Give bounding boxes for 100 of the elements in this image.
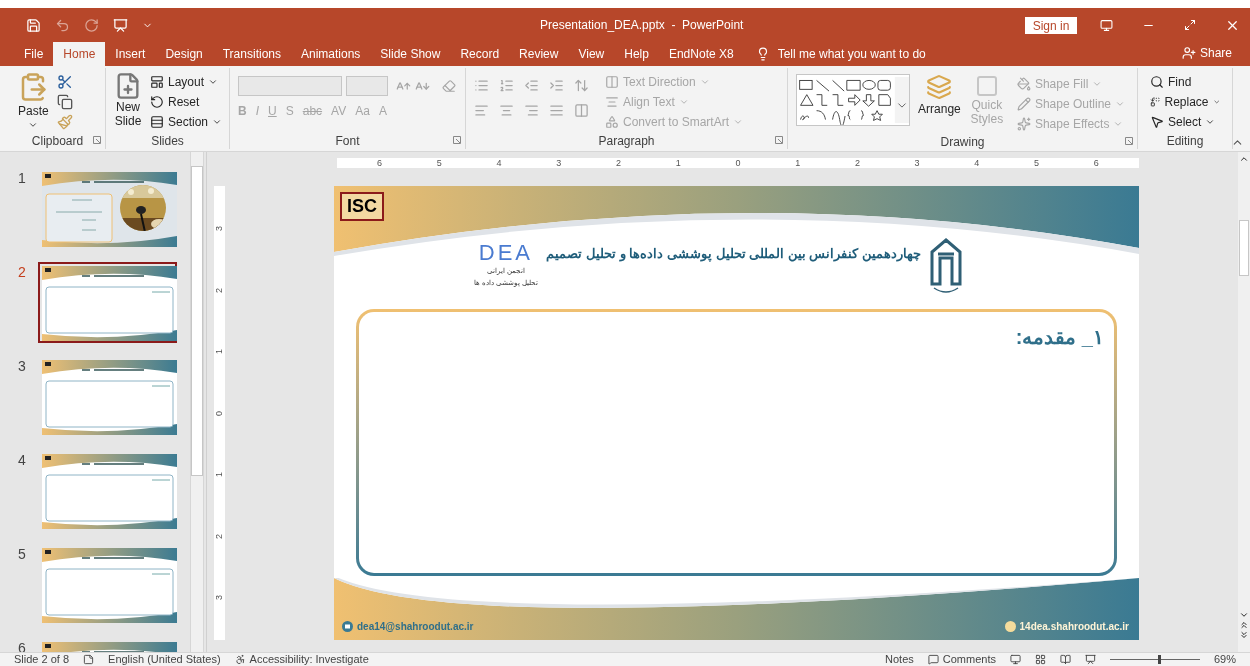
group-label: Editing bbox=[1166, 133, 1204, 149]
paragraph-tool-icon[interactable] bbox=[549, 103, 564, 118]
save-icon[interactable] bbox=[26, 17, 41, 33]
clear-format-icon[interactable] bbox=[442, 79, 456, 93]
slide-number: 5 bbox=[18, 545, 27, 564]
paragraph-tool-icon[interactable] bbox=[524, 78, 539, 93]
tell-me-field[interactable]: Tell me what you want to do bbox=[777, 45, 926, 63]
caret-icon bbox=[1212, 97, 1220, 107]
isc-logo: ISC bbox=[340, 192, 384, 221]
section-heading: ۱_ مقدمه: bbox=[1015, 325, 1104, 350]
shapes-gallery-drawing[interactable] bbox=[796, 74, 911, 126]
accessibility-status[interactable]: Accessibility: Investigate bbox=[249, 653, 369, 666]
conference-title: چهاردهمین کنفرانس بین المللی تحلیل پوششی داده‌ها و تحلیل تصمیم bbox=[546, 245, 921, 264]
button-icon bbox=[150, 95, 164, 109]
paragraph-tool-icon[interactable] bbox=[574, 103, 589, 118]
ruler-number: 2 bbox=[215, 287, 224, 293]
ribbon-tab[interactable]: Help bbox=[614, 42, 659, 66]
notes-button[interactable]: Notes bbox=[885, 653, 914, 666]
caret-icon bbox=[678, 97, 689, 107]
cut-icon[interactable] bbox=[56, 74, 73, 90]
zoom-level[interactable]: 69% bbox=[1213, 653, 1236, 666]
scrollbar[interactable] bbox=[190, 152, 204, 652]
ribbon-tab[interactable]: Home bbox=[53, 42, 106, 66]
group-label: Clipboard bbox=[31, 133, 84, 149]
scroll-thumb[interactable] bbox=[1239, 220, 1249, 276]
ribbon-button[interactable]: Select bbox=[1146, 112, 1224, 132]
share-icon bbox=[1181, 46, 1196, 60]
ribbon-button[interactable]: Layout bbox=[146, 72, 227, 92]
ruler-number: 3 bbox=[914, 158, 920, 168]
ribbon-tab[interactable]: Animations bbox=[291, 42, 371, 66]
reading-view-icon[interactable] bbox=[1059, 654, 1071, 665]
scroll-down-icon[interactable] bbox=[1239, 610, 1249, 620]
paragraph-tool-icon[interactable] bbox=[499, 78, 514, 93]
slide-sorter-icon[interactable] bbox=[1034, 654, 1046, 665]
paragraph-tool-icon[interactable] bbox=[524, 103, 539, 118]
ruler-number: 0 bbox=[215, 410, 224, 416]
button-icon bbox=[605, 115, 619, 129]
ribbon-tab[interactable]: Record bbox=[450, 42, 510, 66]
group-label: Drawing bbox=[940, 134, 985, 150]
language-status[interactable]: English (United States) bbox=[108, 653, 221, 666]
button-icon bbox=[1150, 75, 1164, 89]
paste-button[interactable]: Paste bbox=[18, 72, 49, 133]
font-name-field[interactable] bbox=[238, 76, 342, 96]
slideshow-icon[interactable] bbox=[1084, 654, 1096, 665]
next-slide-icon[interactable] bbox=[1239, 630, 1249, 640]
dea-logo: DEA bbox=[478, 242, 534, 264]
caret-icon bbox=[699, 77, 710, 87]
ribbon-display-icon[interactable] bbox=[1100, 18, 1113, 32]
ruler-number: 5 bbox=[436, 158, 442, 168]
ribbon-tab[interactable]: Insert bbox=[105, 42, 156, 66]
zoom-slider-thumb[interactable] bbox=[1157, 655, 1161, 664]
ribbon-tab[interactable]: Review bbox=[509, 42, 569, 66]
spelling-icon[interactable] bbox=[83, 654, 95, 665]
scroll-thumb[interactable] bbox=[191, 166, 203, 476]
ruler-number: 3 bbox=[556, 158, 562, 168]
ruler-number: 6 bbox=[377, 158, 382, 168]
copy-icon[interactable] bbox=[56, 94, 73, 110]
caret-icon bbox=[733, 117, 744, 127]
paragraph-tool-icon[interactable] bbox=[474, 103, 489, 118]
slide-count: Slide 2 of 8 bbox=[14, 653, 70, 666]
scroll-up-icon[interactable] bbox=[1239, 154, 1249, 164]
arrange-button[interactable]: Arrange bbox=[918, 74, 961, 134]
email-text: dea14@shahroodut.ac.ir bbox=[357, 620, 474, 634]
ribbon-tab[interactable]: File bbox=[14, 42, 54, 66]
font-size-field[interactable] bbox=[346, 76, 388, 96]
previous-slide-icon[interactable] bbox=[1239, 620, 1249, 630]
comments-button[interactable]: Comments bbox=[927, 653, 996, 666]
website-text: 14dea.shahroodut.ac.ir bbox=[1019, 620, 1129, 634]
restore-icon[interactable] bbox=[1184, 19, 1196, 31]
paragraph-tool-icon[interactable] bbox=[549, 78, 564, 93]
paragraph-tool-icon[interactable] bbox=[574, 78, 589, 93]
button-icon bbox=[1150, 115, 1164, 129]
ribbon-tab[interactable]: Transitions bbox=[212, 42, 291, 66]
dialog-launcher-icon bbox=[775, 136, 783, 144]
ribbon-button[interactable]: Section bbox=[146, 112, 227, 132]
ruler-number: 1 bbox=[795, 158, 801, 168]
ribbon-button[interactable]: Find bbox=[1146, 72, 1224, 92]
paragraph-tool-icon[interactable] bbox=[499, 103, 514, 118]
dialog-launcher-icon bbox=[93, 136, 101, 144]
normal-view-icon[interactable] bbox=[1009, 654, 1021, 665]
ribbon-tab[interactable]: View bbox=[568, 42, 615, 66]
ribbon-button[interactable]: Reset bbox=[146, 92, 227, 112]
button-icon bbox=[150, 75, 164, 89]
scrollbar[interactable] bbox=[1238, 152, 1250, 652]
new-slide-button[interactable]: New Slide bbox=[114, 72, 142, 133]
ribbon-tab[interactable]: EndNote X8 bbox=[658, 42, 744, 66]
presentation-icon[interactable] bbox=[113, 17, 128, 33]
ruler-number: 2 bbox=[215, 533, 224, 539]
ruler-number: 4 bbox=[496, 158, 502, 168]
dialog-launcher-icon bbox=[1125, 137, 1133, 145]
button-icon bbox=[150, 115, 164, 129]
sign-in-button[interactable]: Sign in bbox=[1025, 16, 1077, 34]
paragraph-tool-icon[interactable] bbox=[474, 78, 489, 93]
ribbon-tab[interactable]: Slide Show bbox=[370, 42, 451, 66]
arrange-icon bbox=[926, 74, 953, 100]
share-button[interactable]: Share bbox=[1181, 44, 1232, 62]
caret-icon bbox=[28, 120, 39, 130]
ribbon-tab[interactable]: Design bbox=[155, 42, 213, 66]
ribbon-button[interactable]: Replace bbox=[1146, 92, 1224, 112]
group-label: Paragraph bbox=[598, 133, 655, 149]
